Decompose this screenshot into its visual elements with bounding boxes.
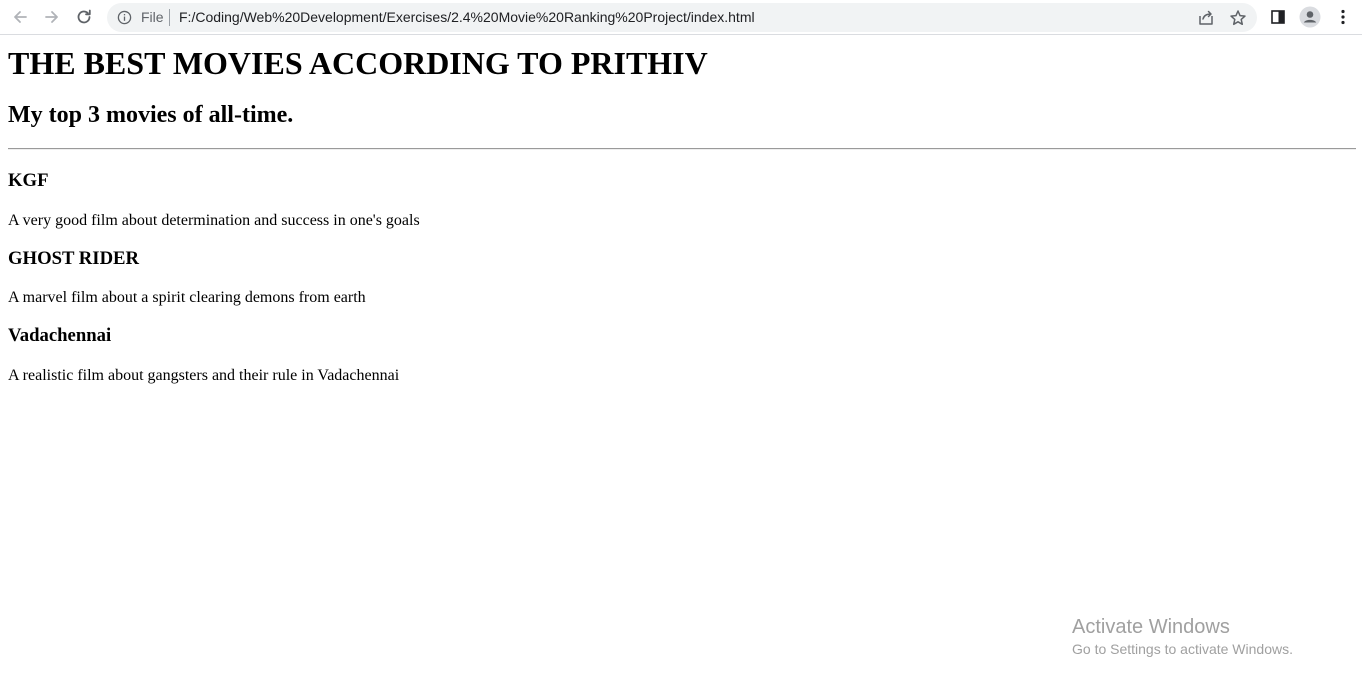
movie-description-kgf: A very good film about determination and… [8,212,420,229]
windows-activation-watermark: Activate Windows Go to Settings to activ… [1072,615,1293,658]
info-icon[interactable] [117,10,132,25]
movie-description-vadachennai: A realistic film about gangsters and the… [8,367,400,384]
movie-title-vadachennai: Vadachennai [8,325,112,346]
scheme-label: File [141,9,164,25]
star-icon[interactable] [1229,9,1247,27]
movie-title-ghost-rider: GHOST RIDER [8,248,140,269]
profile-button[interactable] [1299,6,1321,28]
page-content: THE BEST MOVIES ACCORDING TO PRITHIV My … [0,36,1362,691]
address-bar[interactable]: File F:/Coding/Web%20Development/Exercis… [107,3,1257,32]
divider [8,148,1356,150]
profile-icon [1299,6,1321,28]
kebab-menu-icon [1341,9,1345,25]
back-button[interactable] [9,6,31,28]
movie-description-ghost-rider: A marvel film about a spirit clearing de… [8,289,366,306]
watermark-subtitle: Go to Settings to activate Windows. [1072,641,1293,657]
side-panel-button[interactable] [1267,6,1289,28]
page-subtitle: My top 3 movies of all-time. [8,102,294,128]
page-title: THE BEST MOVIES ACCORDING TO PRITHIV [8,45,708,81]
side-panel-icon [1271,10,1285,24]
browser-menu-button[interactable] [1332,6,1354,28]
forward-button[interactable] [41,6,63,28]
movie-title-kgf: KGF [8,170,49,191]
reload-button[interactable] [73,6,95,28]
share-icon[interactable] [1197,9,1215,27]
arrow-left-icon [14,11,27,23]
reload-icon [77,9,91,24]
arrow-right-icon [45,11,58,23]
url-text[interactable]: F:/Coding/Web%20Development/Exercises/2.… [179,9,755,25]
browser-toolbar: File F:/Coding/Web%20Development/Exercis… [0,0,1362,35]
scheme-divider [169,9,170,26]
watermark-title: Activate Windows [1072,616,1230,638]
